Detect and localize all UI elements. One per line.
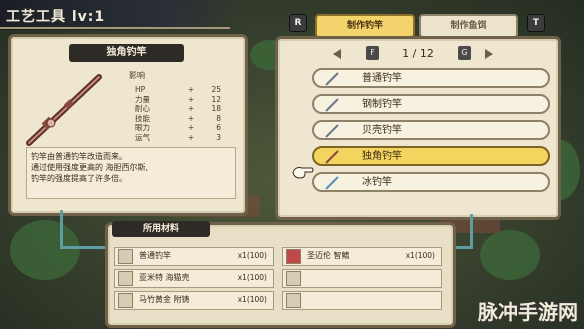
stat-sign: + (187, 123, 195, 132)
stat-value: 12 (211, 94, 221, 104)
page-indicator: 1 / 12 (402, 47, 434, 60)
rod-list: 普通钓竿 钢制钓竿 贝壳钓竿 独角钓竿 冰钓竿 (312, 68, 550, 198)
connector-line (60, 246, 108, 249)
item-description: 钓竿由普通钓竿改造而来。 通过使用强度更高的 海胆西尔斯, 钓竿的强度提高了许多… (26, 147, 236, 199)
connector-line (60, 210, 63, 248)
material-qty: x1(100) (405, 251, 435, 260)
materials-title: 所用材料 (112, 221, 210, 237)
fishing-rod-icon (118, 249, 133, 264)
stat-name: 技能 (135, 113, 150, 123)
empty-slot-icon (286, 293, 301, 308)
rod-list-item-label: 贝壳钓竿 (362, 125, 402, 136)
pager-next-arrow-icon[interactable] (485, 49, 493, 59)
stat-name: 耐心 (135, 104, 150, 113)
stat-row: HP +25 (135, 85, 235, 95)
rod-list-item-ice[interactable]: 冰钓竿 (312, 172, 550, 192)
stats-list: HP +25 力量 +12 耐心 +18 技能 +8 眼力 +6 运气 +3 (135, 85, 235, 142)
stat-sign: + (187, 85, 195, 94)
fishing-rod-icon (325, 72, 339, 86)
material-slot: 亚米特 海猫壳 x1(100) (114, 269, 274, 288)
connector-line (470, 214, 473, 248)
background-tree (10, 220, 80, 280)
pager-prev-arrow-icon[interactable] (333, 49, 341, 59)
tab-prev-key[interactable]: R (289, 14, 307, 32)
tab-make-bait[interactable]: 制作鱼饵 (419, 14, 518, 38)
stat-name: 力量 (135, 94, 150, 104)
rod-list-item-unicorn[interactable]: 独角钓竿 (312, 146, 550, 166)
tab-strip: R 制作钓竿 制作鱼饵 T (283, 12, 549, 38)
watermark: 脉冲手游网 (478, 300, 578, 324)
materials-panel: 所用材料 普通钓竿 x1(100) 亚米特 海猫壳 x1(100) 马竹黄金 附… (105, 221, 456, 328)
header-bar: 工艺工具 lv:1 (0, 0, 240, 30)
rod-list-item-label: 独角钓竿 (362, 151, 402, 162)
material-qty: x1(100) (237, 273, 267, 282)
stat-name: 运气 (135, 132, 150, 142)
stat-name: HP (135, 85, 146, 94)
stat-sign: + (187, 132, 195, 142)
stat-row: 技能 +8 (135, 114, 235, 124)
material-slot: 普通钓竿 x1(100) (114, 247, 274, 266)
material-name: 圣迈伦 智鳍 (307, 251, 350, 260)
material-slot: 圣迈伦 智鳍 x1(100) (282, 247, 442, 266)
stat-value: 8 (216, 113, 221, 123)
stat-row: 耐心 +18 (135, 104, 235, 114)
header-divider (0, 27, 230, 29)
stat-value: 18 (211, 104, 221, 113)
gold-ore-icon (118, 293, 133, 308)
rod-list-panel: F 1 / 12 G 普通钓竿 钢制钓竿 贝壳钓竿 独角钓竿 冰钓竿 (275, 36, 561, 220)
pager-prev-key[interactable]: F (366, 46, 379, 60)
pager-next-key[interactable]: G (458, 46, 471, 60)
description-line: 钓竿由普通钓竿改造而来。 (31, 152, 127, 161)
material-slot-empty (282, 269, 442, 288)
pager: F 1 / 12 G (278, 45, 558, 63)
rod-list-item-steel[interactable]: 钢制钓竿 (312, 94, 550, 114)
fishing-rod-icon (26, 74, 102, 146)
pointer-hand-icon (292, 167, 314, 179)
tab-make-rod[interactable]: 制作钓竿 (315, 14, 415, 38)
description-line: 钓竿的强度提高了许多倍。 (31, 174, 127, 183)
stat-sign: + (187, 113, 195, 123)
rod-list-item-label: 冰钓竿 (362, 177, 392, 188)
stat-value: 25 (211, 85, 221, 94)
material-name: 马竹黄金 附铸 (139, 295, 190, 304)
background-tree (480, 230, 540, 280)
rod-list-item-shell[interactable]: 贝壳钓竿 (312, 120, 550, 140)
material-qty: x1(100) (237, 295, 267, 304)
material-slot-empty (282, 291, 442, 310)
stat-value: 3 (216, 132, 221, 142)
tab-next-key[interactable]: T (527, 14, 545, 32)
fishing-rod-icon (325, 150, 339, 164)
material-name: 亚米特 海猫壳 (139, 273, 190, 282)
stat-row: 运气 +3 (135, 133, 235, 143)
fishing-rod-icon (325, 124, 339, 138)
empty-slot-icon (286, 271, 301, 286)
page-title: 工艺工具 lv:1 (6, 9, 106, 25)
stat-row: 力量 +12 (135, 95, 235, 105)
fishing-rod-icon (325, 176, 339, 190)
material-slot: 马竹黄金 附铸 x1(100) (114, 291, 274, 310)
stats-title: 影响 (129, 71, 145, 80)
fishing-rod-icon (325, 98, 339, 112)
gem-icon (286, 249, 301, 264)
shell-icon (118, 271, 133, 286)
stat-value: 6 (216, 123, 221, 132)
stat-row: 眼力 +6 (135, 123, 235, 133)
material-qty: x1(100) (237, 251, 267, 260)
stat-name: 眼力 (135, 123, 150, 132)
stat-sign: + (187, 94, 195, 104)
item-name: 独角钓竿 (69, 44, 184, 62)
rod-list-item-label: 钢制钓竿 (362, 99, 402, 110)
rod-list-item-label: 普通钓竿 (362, 73, 402, 84)
material-name: 普通钓竿 (139, 251, 171, 260)
description-line: 通过使用强度更高的 海胆西尔斯, (31, 163, 149, 172)
rod-list-item-basic[interactable]: 普通钓竿 (312, 68, 550, 88)
stat-sign: + (187, 104, 195, 113)
